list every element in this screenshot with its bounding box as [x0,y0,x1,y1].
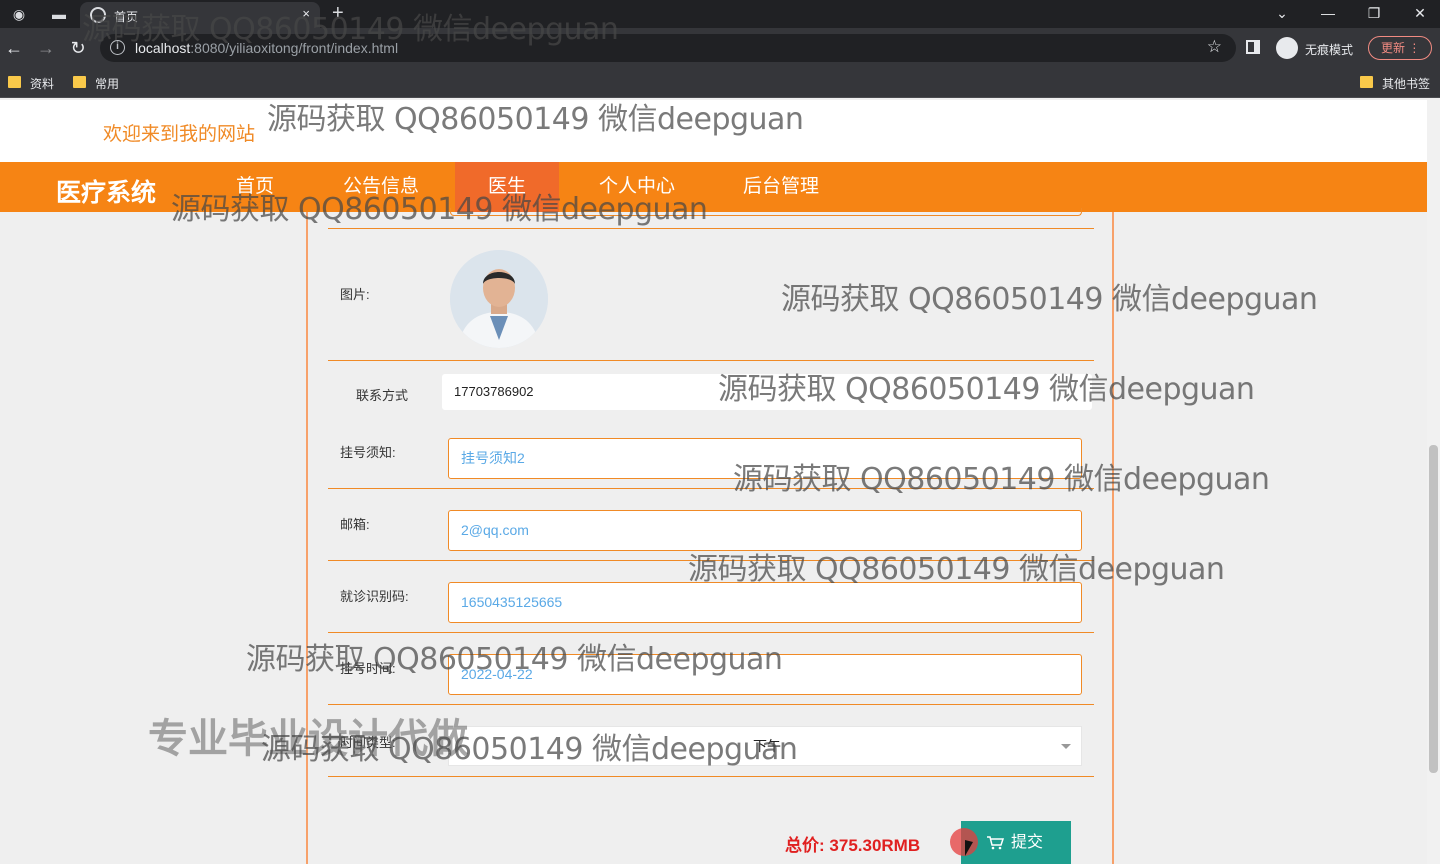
mouse-cursor-icon [965,840,973,856]
restore-icon[interactable]: ❐ [1354,2,1394,24]
nav-announcements[interactable]: 公告信息 [322,162,440,212]
tab-list-chevron-icon[interactable]: ⌄ [1262,2,1302,24]
bookmark-star-icon[interactable]: ☆ [1207,37,1222,57]
total-label: 总价: [785,836,825,855]
reload-icon[interactable]: ↻ [66,36,90,60]
row-divider [328,360,1094,361]
nav-personal-center[interactable]: 个人中心 [578,162,696,212]
nav-admin[interactable]: 后台管理 [722,162,840,212]
site-top-bar: 欢迎来到我的网站 [0,100,1427,162]
bookmarks-bar: 资料 常用 其他书签 [0,68,1440,98]
contact-field[interactable]: 17703786902 [442,374,1092,410]
browser-tab[interactable]: 首页 × [80,2,320,28]
doctor-photo [450,250,548,348]
email-field[interactable]: 2@qq.com [448,510,1082,551]
booking-form: 图片: 联系方式 17703786902 挂号须知: 挂号须知2 邮箱: 2@q… [306,208,1114,864]
notice-field[interactable]: 挂号须知2 [448,438,1082,479]
watermark-big-text: 专业毕业设计代做 [148,717,468,761]
address-url[interactable]: localhost:8080/yiliaoxitong/front/index.… [135,40,398,56]
row-divider [328,228,1094,229]
submit-label: 提交 [1011,834,1044,851]
page-scrollbar[interactable] [1427,100,1440,864]
row-divider [328,704,1094,705]
image-label: 图片: [340,287,370,302]
back-arrow-icon[interactable]: ← [2,36,26,60]
update-label: 更新 [1381,41,1406,55]
booking-time-field[interactable]: 2022-04-22 [448,654,1082,695]
bookmark-folder-ziliao[interactable]: 资料 [8,75,54,92]
tab-search-icon[interactable]: ▬ [48,4,70,24]
time-type-value: 下午 [753,738,781,754]
select-caret-icon [1061,744,1071,749]
scrollbar-thumb[interactable] [1429,445,1438,773]
forward-arrow-icon[interactable]: → [34,36,58,60]
incognito-icon[interactable] [1276,37,1298,59]
previous-field-edge [450,208,1082,216]
update-button[interactable]: 更新 ⋮ [1368,36,1432,60]
click-indicator [950,828,978,856]
visit-code-field[interactable]: 1650435125665 [448,582,1082,623]
url-host: localhost [135,40,191,56]
url-path: :8080/yiliaoxitong/front/index.html [190,40,399,56]
tab-favicon-icon [90,7,106,23]
booking-time-label: 挂号时间: [340,661,396,676]
nav-home[interactable]: 首页 [216,162,294,212]
contact-label: 联系方式 [356,388,409,403]
incognito-label: 无痕模式 [1305,43,1354,57]
tab-close-icon[interactable]: × [302,6,310,21]
row-divider [328,560,1094,561]
browser-toolbar: ← → ↻ i localhost:8080/yiliaoxitong/fron… [0,28,1440,68]
window-close-icon[interactable]: ✕ [1400,2,1440,24]
row-divider [328,488,1094,489]
row-divider [328,776,1094,777]
minimize-icon[interactable]: — [1308,2,1348,24]
address-bar[interactable]: i localhost:8080/yiliaoxitong/front/inde… [100,34,1236,62]
email-label: 邮箱: [340,517,370,532]
browser-menu-icon[interactable]: ◉ [8,4,30,24]
time-type-select[interactable]: 下午 [448,726,1082,766]
total-value: 375.30RMB [829,836,921,855]
row-divider [328,632,1094,633]
new-tab-icon[interactable]: + [332,2,344,25]
browser-tab-strip: ◉ ▬ 首页 × + ⌄ — ❐ ✕ [0,0,1440,28]
notice-label: 挂号须知: [340,445,396,460]
visit-code-label: 就诊识别码: [340,589,409,604]
cart-icon [987,836,1004,850]
site-nav: 医疗系统 首页 公告信息 医生 个人中心 后台管理 [0,162,1427,212]
total-price: 总价: 375.30RMB [785,831,920,856]
nav-doctors[interactable]: 医生 [455,162,559,212]
side-panel-icon[interactable] [1246,40,1260,54]
site-brand[interactable]: 医疗系统 [56,173,156,209]
welcome-text: 欢迎来到我的网站 [103,124,256,145]
tab-title: 首页 [114,10,139,24]
bookmark-folder-changyong[interactable]: 常用 [73,75,119,92]
site-info-icon[interactable]: i [110,40,125,55]
other-bookmarks-folder[interactable]: 其他书签 [1360,75,1430,92]
doctor-portrait-icon [450,250,548,348]
